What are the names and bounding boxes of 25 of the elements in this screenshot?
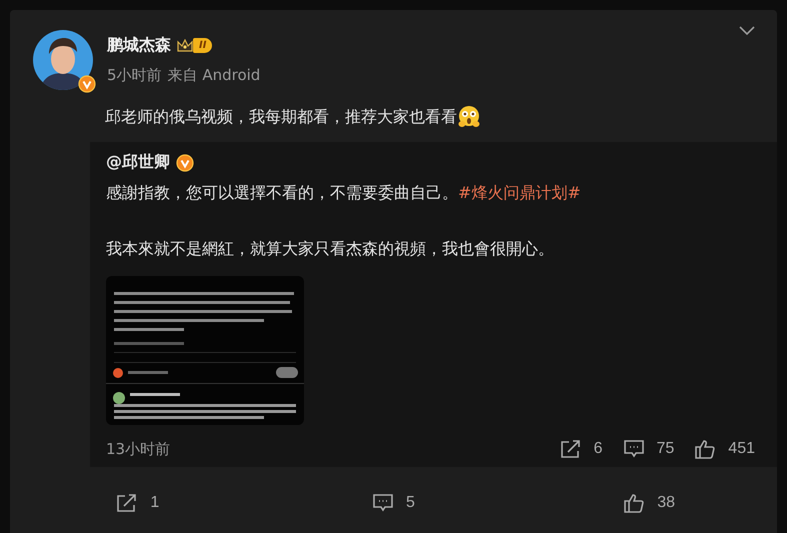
share-icon — [560, 439, 582, 459]
comment-button[interactable]: 75 — [622, 439, 674, 459]
share-button[interactable]: 6 — [560, 439, 602, 459]
like-button[interactable]: 451 — [694, 439, 755, 459]
share-icon — [116, 493, 138, 513]
repost-text: 感謝指教，您可以選擇不看的，不需要委曲自己。#烽火问鼎计划# — [106, 184, 582, 202]
post-source: 来自 Android — [168, 66, 260, 85]
repost-text: 我本來就不是網紅，就算大家只看杰森的視頻，我也會很開心。 — [106, 240, 555, 258]
repost-time: 13小时前 — [106, 440, 172, 458]
level-badge: II — [193, 38, 212, 53]
author-name[interactable]: 鹏城杰森 — [107, 35, 171, 56]
like-button[interactable]: 38 — [623, 493, 676, 513]
crown-icon — [177, 38, 193, 52]
comment-button[interactable]: 5 — [372, 493, 415, 513]
thumbs-up-icon — [623, 493, 646, 513]
share-button[interactable]: 1 — [116, 493, 160, 513]
hashtag-link[interactable]: #烽火问鼎计划# — [458, 183, 581, 202]
post-time: 5小时前 — [107, 66, 162, 85]
emoji-icon — [457, 105, 481, 129]
repost-author[interactable]: @邱世卿 — [106, 152, 170, 173]
chevron-down-icon[interactable] — [739, 26, 755, 36]
comment-icon — [372, 493, 394, 513]
post-text: 邱老师的俄乌视频，我每期都看，推荐大家也看看 — [105, 106, 457, 128]
comment-icon — [622, 439, 644, 459]
thumbs-up-icon — [694, 439, 716, 459]
